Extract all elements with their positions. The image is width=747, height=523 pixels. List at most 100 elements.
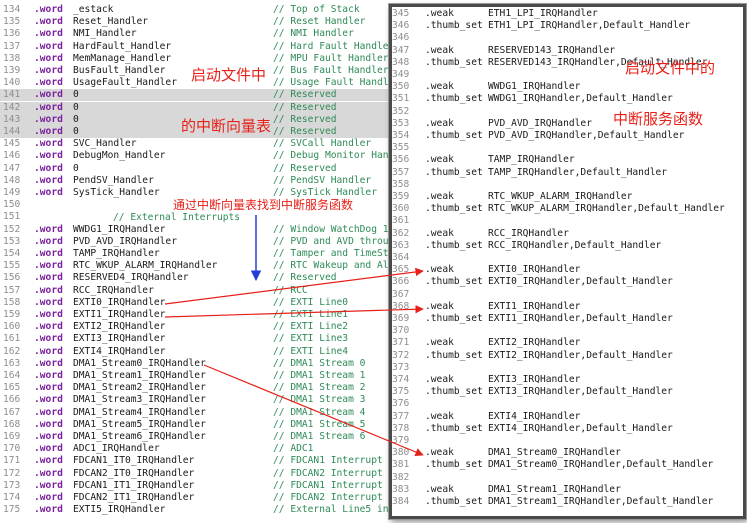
line-number: 149: [3, 187, 21, 198]
keyword: .word: [34, 418, 63, 430]
line-number: 364: [392, 252, 410, 263]
line-number: 377: [392, 410, 410, 422]
line-number: 150: [3, 199, 21, 211]
comment: // Hard Fault Handler: [273, 40, 395, 52]
comment: // Debug Monitor Handler: [273, 150, 395, 162]
keyword: .word: [34, 40, 63, 52]
handler-code-line: 375 .thumb_set EXTI3_IRQHandler,Default_Ha…: [392, 386, 743, 398]
keyword: .word: [34, 16, 63, 28]
handler-code-line: 383 .weak DMA1_Stream1_IRQHandler: [392, 484, 743, 496]
keyword: .word: [34, 479, 63, 491]
comment: // Reserved: [273, 101, 337, 113]
keyword: .word: [34, 101, 63, 113]
directive: .thumb_set: [425, 313, 483, 324]
code-line: 159 .word EXTI1_IRQHandler // EXTI Line1: [0, 309, 395, 321]
code-line: 169 .word DMA1_Stream6_IRQHandler // DMA1 S…: [0, 431, 395, 443]
directive: .thumb_set: [425, 422, 483, 434]
line-number: 164: [3, 370, 21, 381]
handler-code-line: 370: [392, 325, 743, 337]
symbol-name: EXTI1_IRQHandler: [73, 309, 166, 320]
annotation-lookup-note: 通过中断向量表找到中断服务函数: [173, 198, 354, 212]
comment: // FDCAN1 Interrupt line 0: [273, 455, 395, 467]
code-line: 163 .word DMA1_Stream0_IRQHandler // DMA1 S…: [0, 358, 395, 370]
code-line: 134 .word _estack // Top of Stack: [0, 4, 395, 16]
code-line: 146 .word DebugMon_Handler // Debug Monitor…: [0, 150, 395, 162]
comment: // External Line5 interrupts through: [273, 504, 395, 516]
symbol-name: BusFault_Handler: [73, 65, 166, 76]
line-number: 357: [392, 166, 410, 178]
annotation-vector-table-line2: 的中断向量表: [181, 117, 272, 135]
line-number: 154: [3, 248, 21, 259]
keyword: .word: [34, 455, 63, 467]
directive: .weak: [425, 410, 454, 422]
keyword: .word: [34, 150, 63, 162]
comment: // FDCAN2 Interrupt line 1: [273, 492, 395, 503]
handler-name: TAMP_IRQHandler,Default_Handler: [488, 166, 668, 178]
handler-code-line: 358: [392, 179, 743, 191]
directive: .thumb_set: [425, 20, 483, 32]
symbol-name: TAMP_IRQHandler: [73, 248, 160, 259]
code-line: 160 .word EXTI2_IRQHandler // EXTI Line2: [0, 321, 395, 333]
line-number: 169: [3, 431, 21, 442]
symbol-name: RCC_IRQHandler: [73, 284, 154, 296]
line-number: 384: [392, 496, 410, 507]
line-number: 156: [3, 272, 21, 284]
line-number: 148: [3, 174, 21, 186]
code-line: 172 .word FDCAN2_IT0_IRQHandler // FDCAN2 I…: [0, 468, 395, 480]
comment: // DMA1 Stream 6: [273, 431, 366, 442]
keyword: .word: [34, 370, 63, 381]
comment: // Bus Fault Handler: [273, 65, 389, 76]
handler-name: EXTI0_IRQHandler,Default_Handler: [488, 276, 673, 288]
comment: // DMA1 Stream 1: [273, 370, 366, 381]
handler-code-line: 357 .thumb_set TAMP_IRQHandler,Default_Han…: [392, 167, 743, 179]
symbol-name: PVD_AVD_IRQHandler: [73, 235, 177, 247]
directive: .thumb_set: [425, 239, 483, 251]
keyword: .word: [34, 296, 63, 308]
comment: // EXTI Line2: [273, 321, 349, 333]
symbol-name: FDCAN2_IT0_IRQHandler: [73, 467, 195, 479]
symbol-name: HardFault_Handler: [73, 40, 172, 52]
handler-code-line: 361: [392, 215, 743, 227]
handler-name: EXTI4_IRQHandler: [488, 410, 581, 422]
symbol-name: EXTI5_IRQHandler: [73, 504, 166, 516]
line-number: 351: [392, 93, 410, 105]
comment: // Reserved: [273, 162, 337, 174]
code-line: 162 .word EXTI4_IRQHandler // EXTI Line4: [0, 346, 395, 358]
line-number: 166: [3, 394, 21, 406]
comment: // EXTI Line0: [273, 296, 349, 308]
handler-code-line: 384 .thumb_set DMA1_Stream1_IRQHandler,Def…: [392, 496, 743, 508]
directive: .weak: [425, 81, 454, 93]
line-number: 146: [3, 150, 21, 162]
annotation-handlers-line1: 启动文件中的: [625, 59, 716, 77]
keyword: .word: [34, 187, 63, 198]
handler-name: RTC_WKUP_ALARM_IRQHandler: [488, 191, 633, 202]
directive: .thumb_set: [425, 459, 483, 471]
line-number: 168: [3, 418, 21, 430]
handler-code-line: 382: [392, 472, 743, 484]
handler-name: EXTI0_IRQHandler: [488, 264, 581, 276]
directive: .thumb_set: [425, 166, 483, 178]
line-number: 151: [3, 211, 21, 223]
directive: .weak: [425, 447, 454, 459]
symbol-name: FDCAN2_IT1_IRQHandler: [73, 492, 195, 503]
line-number: 355: [392, 142, 410, 154]
keyword: .word: [34, 89, 63, 101]
code-line: 171 .word FDCAN1_IT0_IRQHandler // FDCAN1 I…: [0, 455, 395, 467]
code-line: 155 .word RTC_WKUP_ALARM_IRQHandler // RTC …: [0, 260, 395, 272]
handler-code-line: 360 .thumb_set RTC_WKUP_ALARM_IRQHandler,D…: [392, 203, 743, 215]
keyword: .word: [34, 492, 63, 503]
line-number: 366: [392, 276, 410, 288]
comment: // Reserved: [273, 89, 337, 101]
keyword: .word: [34, 174, 63, 186]
keyword: .word: [34, 248, 63, 259]
symbol-name: DMA1_Stream2_IRQHandler: [73, 382, 206, 394]
keyword: .word: [34, 357, 63, 369]
handler-code-line: 368 .weak EXTI1_IRQHandler: [392, 301, 743, 313]
external-interrupts-comment: // External Interrupts: [113, 212, 241, 223]
line-number: 380: [392, 447, 410, 459]
handler-code-line: 379: [392, 435, 743, 447]
code-line: 157 .word RCC_IRQHandler // RCC: [0, 285, 395, 297]
code-line: 153 .word PVD_AVD_IRQHandler // PVD and AVD…: [0, 236, 395, 248]
keyword: .word: [34, 52, 63, 64]
keyword: .word: [34, 333, 63, 345]
